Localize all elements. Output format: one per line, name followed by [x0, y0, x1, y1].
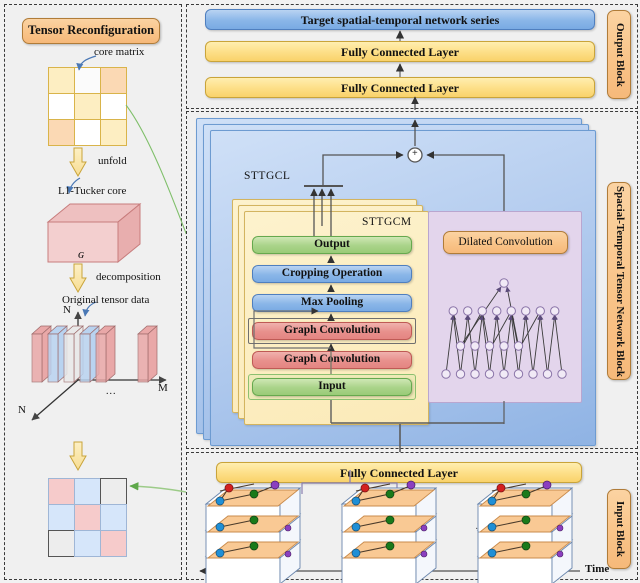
input-snapshots — [186, 452, 636, 583]
input-block-side-label: Input Block — [607, 489, 631, 569]
